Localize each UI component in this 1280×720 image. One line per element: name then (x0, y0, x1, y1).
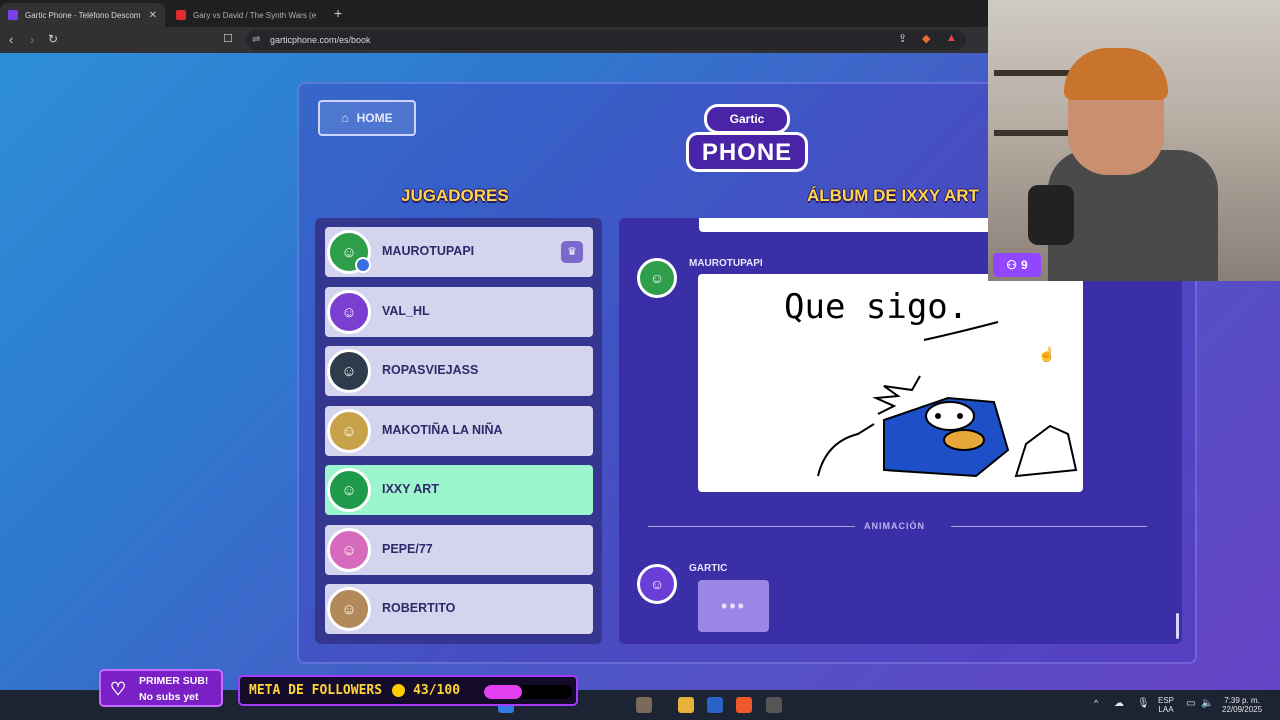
previous-entry-card (699, 218, 999, 232)
avatar: ☺ (637, 258, 677, 298)
followers-goal: META DE FOLLOWERS 43/100 (238, 675, 578, 706)
forward-arrow-icon[interactable]: › (30, 32, 34, 47)
album-scrollbar[interactable] (1176, 613, 1179, 639)
reload-icon[interactable]: ↻ (48, 32, 58, 46)
language-top: ESP (1158, 696, 1175, 705)
viewers-icon: ⚇ (1006, 258, 1018, 272)
bookmark-icon[interactable]: ☐ (223, 32, 233, 45)
drawing-handwritten-text: Que sigo. (784, 287, 968, 327)
sub-title: PRIMER SUB! (139, 675, 209, 687)
language-bottom: LAA (1158, 705, 1174, 714)
host-badge-icon (355, 257, 371, 273)
home-button[interactable]: ⌂ HOME (318, 100, 416, 136)
app-icon[interactable] (766, 697, 782, 713)
player-row[interactable]: ☺ ROBERTITO (325, 584, 593, 634)
viewer-count: 9 (1021, 258, 1028, 272)
player-row-active[interactable]: ☺ IXXY ART (325, 465, 593, 515)
gartic-phone-logo: Gartic PHONE (686, 100, 808, 176)
avatar: ☺ (327, 409, 371, 453)
crown-icon: ♛ (561, 241, 583, 263)
site-info-icon[interactable]: ⇌ (252, 34, 260, 45)
mic-icon[interactable]: 🎙 (1137, 699, 1150, 709)
onedrive-icon[interactable]: ☁ (1114, 699, 1124, 709)
player-name: PEPE/77 (382, 542, 433, 556)
followers-progress-fill (484, 685, 522, 699)
players-list: ☺ MAUROTUPAPI ♛ ☺ VAL_HL ☺ ROPASVIEJASS … (315, 218, 602, 644)
player-name: ROBERTITO (382, 601, 456, 615)
coin-icon (392, 684, 406, 697)
tray-chevron-icon[interactable]: ^ (1094, 699, 1098, 708)
players-title: JUGADORES (401, 186, 509, 205)
home-label: HOME (356, 111, 393, 125)
divider-line (951, 526, 1147, 527)
clock-date: 22/09/2025 (1222, 705, 1263, 714)
entry-author: GARTIC (689, 563, 728, 574)
album-feed[interactable]: ☺ MAUROTUPAPI Que sigo. ANIMACIÓN ☺ GART… (619, 218, 1182, 644)
file-explorer-icon[interactable] (678, 697, 694, 713)
tab-youtube[interactable]: Gary vs David / The Synth Wars (e (168, 3, 326, 27)
tab-title: Gartic Phone - Teléfono Descom (25, 10, 141, 20)
album-title: ÁLBUM DE IXXY ART (807, 186, 979, 205)
first-sub-card: ♡ PRIMER SUB! No subs yet (99, 669, 223, 707)
avatar: ☺ (327, 349, 371, 393)
avatar: ☺ (637, 564, 677, 604)
language-indicator[interactable]: ESP LAA (1158, 696, 1174, 714)
close-tab-icon[interactable]: ✕ (149, 10, 157, 21)
avatar: ☺ (327, 587, 371, 631)
hand-cursor-icon: ☝ (1038, 346, 1056, 362)
store-icon[interactable] (707, 697, 723, 713)
avatar: ☺ (327, 528, 371, 572)
typing-indicator: ••• (698, 580, 769, 632)
url-field[interactable]: ⇌ garticphone.com/es/book (246, 30, 966, 50)
network-icon[interactable]: ▭ (1186, 699, 1195, 709)
logo-bottom: PHONE (686, 132, 808, 172)
player-name: IXXY ART (382, 482, 439, 496)
volume-icon[interactable]: 🔈 (1201, 699, 1213, 709)
share-icon[interactable]: ⇪ (898, 32, 907, 45)
followers-label: META DE FOLLOWERS (249, 683, 383, 698)
drawing-card: Que sigo. (698, 274, 1083, 492)
player-row[interactable]: ☺ PEPE/77 (325, 525, 593, 575)
brave-shield-icon[interactable]: ◆ (922, 32, 930, 45)
viewer-count-badge: ⚇ 9 (993, 253, 1041, 277)
entry-author: MAUROTUPAPI (689, 258, 763, 269)
sub-subtitle: No subs yet (139, 691, 199, 703)
tab-title: Gary vs David / The Synth Wars (e (193, 10, 317, 20)
home-icon: ⌂ (341, 111, 349, 125)
heart-icon: ♡ (110, 679, 127, 699)
player-row[interactable]: ☺ MAUROTUPAPI ♛ (325, 227, 593, 277)
url-text: garticphone.com/es/book (270, 35, 371, 45)
webcam-overlay (988, 0, 1280, 281)
player-name: MAUROTUPAPI (382, 244, 475, 258)
tab-gartic-phone[interactable]: Gartic Phone - Teléfono Descom ✕ (0, 3, 165, 27)
app-icon[interactable] (636, 697, 652, 713)
drawing-image: Que sigo. (784, 287, 1078, 478)
player-row[interactable]: ☺ VAL_HL (325, 287, 593, 337)
clock[interactable]: 7:39 p. m. 22/09/2025 (1222, 696, 1262, 714)
microphone (1028, 185, 1074, 245)
streamer-hair (1064, 48, 1168, 100)
followers-progress-bar (484, 685, 572, 699)
player-row[interactable]: ☺ MAKOTIÑA LA NIÑA (325, 406, 593, 456)
screen: Gartic Phone - Teléfono Descom ✕ Gary vs… (0, 0, 1280, 720)
new-tab-button[interactable]: + (334, 5, 342, 21)
brave-rewards-icon[interactable]: ▲ (946, 32, 957, 44)
back-arrow-icon[interactable]: ‹ (9, 32, 13, 47)
player-name: MAKOTIÑA LA NIÑA (382, 423, 503, 437)
avatar: ☺ (327, 290, 371, 334)
divider-animation-label: ANIMACIÓN (864, 521, 925, 531)
youtube-favicon-icon (176, 10, 186, 20)
logo-top: Gartic (704, 104, 790, 134)
avatar: ☺ (327, 468, 371, 512)
gartic-favicon-icon (8, 10, 18, 20)
divider-line (648, 526, 855, 527)
brave-icon[interactable] (736, 697, 752, 713)
player-row[interactable]: ☺ ROPASVIEJASS (325, 346, 593, 396)
player-name: ROPASVIEJASS (382, 363, 479, 377)
player-name: VAL_HL (382, 304, 430, 318)
followers-count: 43/100 (413, 683, 461, 698)
clock-time: 7:39 p. m. (1224, 696, 1260, 705)
